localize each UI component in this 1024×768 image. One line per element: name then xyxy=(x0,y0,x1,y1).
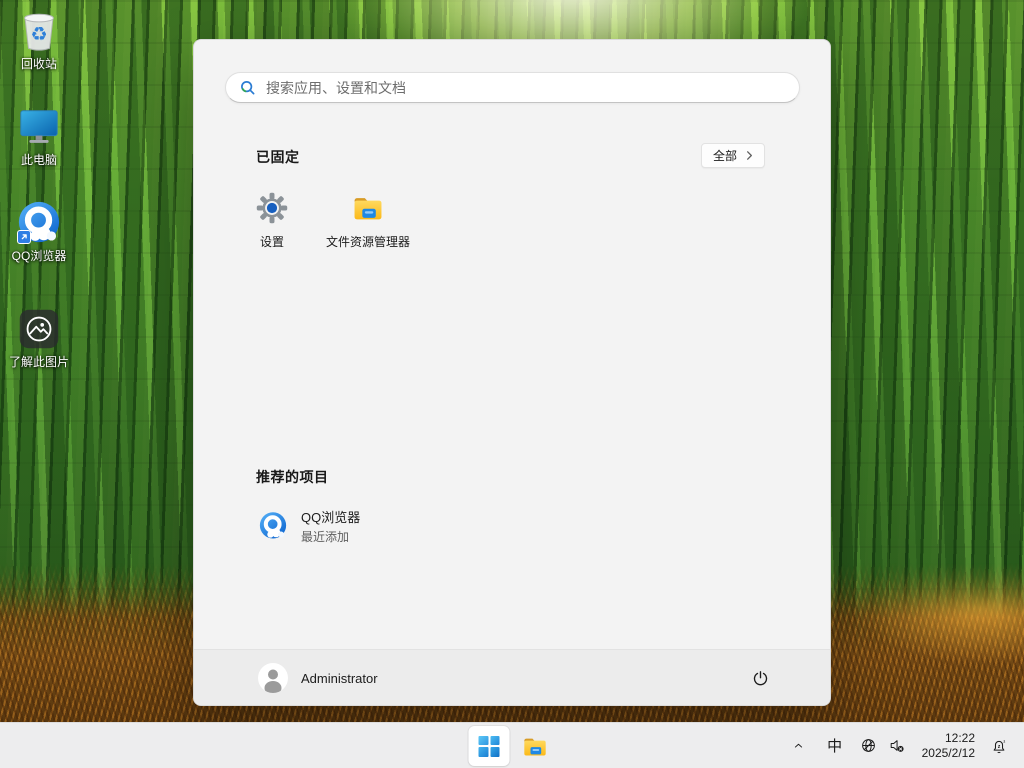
qq-browser-icon xyxy=(258,511,288,541)
this-pc-icon xyxy=(16,104,62,150)
pinned-app-label: 文件资源管理器 xyxy=(326,233,410,250)
tray-notifications-button[interactable]: z z xyxy=(984,728,1014,764)
folder-icon xyxy=(522,733,549,760)
user-account-button[interactable]: Administrator xyxy=(250,658,386,698)
desktop-icon-label: QQ浏览器 xyxy=(12,249,67,263)
power-button[interactable] xyxy=(741,659,779,697)
power-icon xyxy=(751,669,770,688)
tray-show-hidden-icons-button[interactable] xyxy=(784,728,814,764)
ime-mode-label: 中 xyxy=(827,735,842,756)
tray-network-button[interactable] xyxy=(855,728,883,764)
windows-logo-icon xyxy=(479,736,500,757)
recommended-item-sublabel: 最近添加 xyxy=(301,528,360,545)
chevron-up-icon xyxy=(791,738,806,753)
svg-text:♻: ♻ xyxy=(30,25,47,46)
globe-no-network-icon xyxy=(860,737,877,754)
folder-icon xyxy=(351,191,385,225)
clock-date: 2025/2/12 xyxy=(922,746,975,761)
recommended-section-title: 推荐的项目 xyxy=(256,467,329,487)
start-button[interactable] xyxy=(469,726,510,766)
start-search xyxy=(225,72,800,103)
tray-clock[interactable]: 12:22 2025/2/12 xyxy=(915,726,982,766)
taskbar-file-explorer-button[interactable] xyxy=(515,726,556,766)
desktop-icon-label: 回收站 xyxy=(21,57,57,71)
search-input[interactable] xyxy=(225,72,800,103)
taskbar: 中 12:22 2025/2/12 xyxy=(0,722,1024,768)
desktop-icon-label: 此电脑 xyxy=(21,153,57,167)
tray-ime-indicator[interactable]: 中 xyxy=(820,728,850,764)
svg-text:z: z xyxy=(1003,739,1005,743)
desktop: ♻ 回收站 此电脑 xyxy=(0,0,1024,768)
pinned-app-file-explorer[interactable]: 文件资源管理器 xyxy=(320,181,416,269)
pinned-app-settings[interactable]: 设置 xyxy=(224,181,320,269)
pinned-section-title: 已固定 xyxy=(256,147,300,167)
svg-text:z: z xyxy=(998,743,1001,749)
pinned-app-label: 设置 xyxy=(260,233,284,250)
recommended-item-qq-browser[interactable]: QQ浏览器 最近添加 xyxy=(240,499,526,553)
photo-info-icon xyxy=(16,306,62,352)
bell-do-not-disturb-icon: z z xyxy=(990,737,1008,755)
shortcut-arrow-icon xyxy=(17,230,31,244)
recommended-item-text: QQ浏览器 最近添加 xyxy=(301,507,360,545)
user-name: Administrator xyxy=(301,671,378,686)
tray-volume-button[interactable] xyxy=(883,728,911,764)
desktop-icon-photo-info[interactable]: 了解此图片 xyxy=(3,306,75,369)
user-avatar xyxy=(258,663,288,693)
start-menu: 已固定 全部 xyxy=(193,39,831,706)
qq-browser-icon xyxy=(16,200,62,246)
pinned-all-label: 全部 xyxy=(713,147,737,164)
chevron-right-icon xyxy=(744,150,755,161)
speaker-muted-icon xyxy=(888,737,905,754)
desktop-icon-recycle-bin[interactable]: ♻ 回收站 xyxy=(3,8,75,71)
desktop-icon-qq-browser[interactable]: QQ浏览器 xyxy=(3,200,75,263)
recommended-item-label: QQ浏览器 xyxy=(301,507,360,526)
settings-gear-icon xyxy=(255,191,289,225)
taskbar-center xyxy=(469,726,556,766)
pinned-all-button[interactable]: 全部 xyxy=(701,143,765,168)
desktop-icon-this-pc[interactable]: 此电脑 xyxy=(3,104,75,167)
recycle-bin-icon: ♻ xyxy=(16,8,62,54)
system-tray: 中 12:22 2025/2/12 xyxy=(784,723,1024,768)
desktop-icon-label: 了解此图片 xyxy=(9,355,69,369)
start-menu-footer: Administrator xyxy=(194,649,830,705)
pinned-grid: 设置 文件资源管理器 xyxy=(224,181,416,269)
clock-time: 12:22 xyxy=(945,731,975,746)
